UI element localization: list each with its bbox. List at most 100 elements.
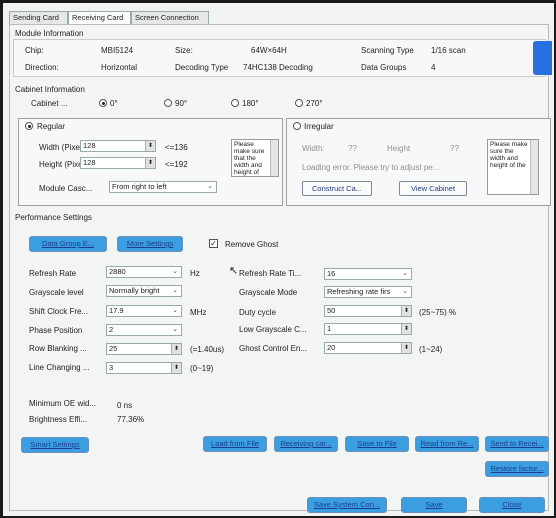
chevron-down-icon: ⌄ <box>172 287 178 294</box>
ghost-control-stepper[interactable]: 20 ⬍ <box>324 342 412 354</box>
side-action-button[interactable] <box>533 41 552 75</box>
spin-arrows-icon[interactable]: ⬍ <box>171 344 181 354</box>
row-blanking-label: Row Blanking ... <box>29 344 87 353</box>
rotation-270-label: 270° <box>306 99 323 108</box>
rotation-0-radio[interactable] <box>99 99 107 107</box>
width-pixel-stepper[interactable]: 128 ⬍ <box>80 140 156 152</box>
row-blanking-stepper[interactable]: 25 ⬍ <box>106 343 182 355</box>
ghost-control-value: 20 <box>327 343 336 352</box>
ghost-control-range: (1~24) <box>419 345 443 354</box>
irregular-height-label: Height <box>387 144 411 153</box>
ghost-control-label: Ghost Control En... <box>239 344 308 353</box>
line-changing-label: Line Changing ... <box>29 363 90 372</box>
shift-clock-select[interactable]: 17.9 ⌄ <box>106 305 182 317</box>
spin-arrows-icon[interactable]: ⬍ <box>171 363 181 373</box>
restore-factory-button[interactable]: Restore factor... <box>485 461 549 477</box>
irregular-error-text: Loading error. Please try to adjust pe..… <box>302 163 440 172</box>
height-pixel-value: 128 <box>83 158 96 167</box>
irregular-note-text: Please make sure the width and height of… <box>490 141 528 169</box>
line-changing-value: 3 <box>109 363 114 372</box>
regular-note-box: Please make sure that the width and heig… <box>231 139 279 177</box>
cabinet-info-title: Cabinet Information <box>15 85 85 94</box>
spin-arrows-icon[interactable]: ⬍ <box>401 343 411 353</box>
shift-clock-value: 17.9 <box>109 306 124 315</box>
shift-clock-label: Shift Clock Fre... <box>29 307 89 316</box>
spin-arrows-icon[interactable]: ⬍ <box>401 306 411 316</box>
direction-label: Direction: <box>25 63 59 72</box>
spin-arrows-icon[interactable]: ⬍ <box>145 141 155 151</box>
save-button[interactable]: Save <box>401 497 467 513</box>
spin-arrows-icon[interactable]: ⬍ <box>401 324 411 334</box>
direction-value: Horizontal <box>101 63 138 72</box>
irregular-height-value: ?? <box>450 144 459 153</box>
chevron-down-icon: ⌄ <box>172 268 178 275</box>
tab-receiving-card[interactable]: Receiving Card <box>68 11 131 24</box>
close-button[interactable]: Close <box>479 497 545 513</box>
rotation-90-radio[interactable] <box>164 99 172 107</box>
refresh-rate-label: Refresh Rate <box>29 269 77 278</box>
scanning-type-value: 1/16 scan <box>431 46 466 55</box>
height-pixel-stepper[interactable]: 128 ⬍ <box>80 157 156 169</box>
load-from-file-button[interactable]: Load from File <box>203 436 267 452</box>
view-cabinet-button[interactable]: View Cabinet <box>399 181 467 196</box>
more-settings-button[interactable]: More Settings <box>117 236 183 252</box>
rotation-270-radio[interactable] <box>295 99 303 107</box>
decoding-type-label: Decoding Type <box>175 63 229 72</box>
read-from-receiver-button[interactable]: Read from Re... <box>415 436 479 452</box>
chevron-down-icon: ⌄ <box>402 270 408 277</box>
chevron-down-icon: ⌄ <box>207 183 213 190</box>
grayscale-level-value: Normally bright <box>109 286 160 295</box>
remove-ghost-checkbox[interactable]: ✓ <box>209 239 218 248</box>
module-info-title: Module Information <box>15 29 84 38</box>
note-scrollbar[interactable] <box>530 140 538 194</box>
remove-ghost-label: Remove Ghost <box>225 240 279 249</box>
irregular-radio[interactable] <box>293 122 301 130</box>
brightness-efficiency-value: 77.36% <box>117 415 145 424</box>
width-pixel-value: 128 <box>83 141 96 150</box>
grayscale-level-select[interactable]: Normally bright ⌄ <box>106 285 182 297</box>
grayscale-mode-label: Grayscale Mode <box>239 288 298 297</box>
module-cascade-select[interactable]: From right to left ⌄ <box>109 181 217 193</box>
irregular-label: Irregular <box>304 122 334 131</box>
irregular-width-label: Width: <box>302 144 325 153</box>
decoding-type-value: 74HC138 Decoding <box>243 63 313 72</box>
refresh-rate-times-select[interactable]: 16 ⌄ <box>324 268 412 280</box>
regular-label: Regular <box>37 122 66 131</box>
save-to-file-button[interactable]: Save to File <box>345 436 409 452</box>
regular-radio[interactable] <box>25 122 33 130</box>
refresh-rate-times-value: 16 <box>327 269 336 278</box>
irregular-note-box: Please make sure the width and height of… <box>487 139 539 195</box>
phase-position-select[interactable]: 2 ⌄ <box>106 324 182 336</box>
tab-sending-card[interactable]: Sending Card <box>9 11 68 24</box>
rotation-180-radio[interactable] <box>231 99 239 107</box>
refresh-rate-select[interactable]: 2880 ⌄ <box>106 266 182 278</box>
data-groups-label: Data Groups <box>361 63 407 72</box>
duty-cycle-stepper[interactable]: 50 ⬍ <box>324 305 412 317</box>
note-scrollbar[interactable] <box>270 140 278 176</box>
data-group-button[interactable]: Data Group E... <box>29 236 107 252</box>
send-to-receiver-button[interactable]: Send to Recei... <box>485 436 549 452</box>
receiving-card-button[interactable]: Receiving car... <box>274 436 338 452</box>
width-pixel-label: Width (Pixel) <box>39 143 85 152</box>
save-system-config-button[interactable]: Save System Con... <box>307 497 387 513</box>
height-max-hint: <=192 <box>165 160 188 169</box>
shift-clock-unit: MHz <box>190 308 207 317</box>
brightness-efficiency-label: Brightness Effi... <box>29 415 88 424</box>
width-max-hint: <=136 <box>165 143 188 152</box>
spin-arrows-icon[interactable]: ⬍ <box>145 158 155 168</box>
chevron-down-icon: ⌄ <box>172 307 178 314</box>
tab-screen-connection[interactable]: Screen Connection <box>131 11 209 24</box>
min-oe-value: 0 ns <box>117 401 133 410</box>
irregular-width-value: ?? <box>348 144 357 153</box>
grayscale-mode-select[interactable]: Refreshing rate firs ⌄ <box>324 286 412 298</box>
low-grayscale-stepper[interactable]: 1 ⬍ <box>324 323 412 335</box>
row-blanking-value: 25 <box>109 344 118 353</box>
construct-cabinet-button[interactable]: Construct Ca... <box>302 181 372 196</box>
scanning-type-label: Scanning Type <box>361 46 414 55</box>
cabinet-rotation-label: Cabinet ... <box>31 99 68 108</box>
smart-settings-button[interactable]: Smart Settings <box>21 437 89 453</box>
chevron-down-icon: ⌄ <box>172 326 178 333</box>
regular-note-text: Please make sure that the width and heig… <box>234 141 265 176</box>
refresh-rate-times-label: Refresh Rate Ti... <box>239 269 302 278</box>
line-changing-stepper[interactable]: 3 ⬍ <box>106 362 182 374</box>
